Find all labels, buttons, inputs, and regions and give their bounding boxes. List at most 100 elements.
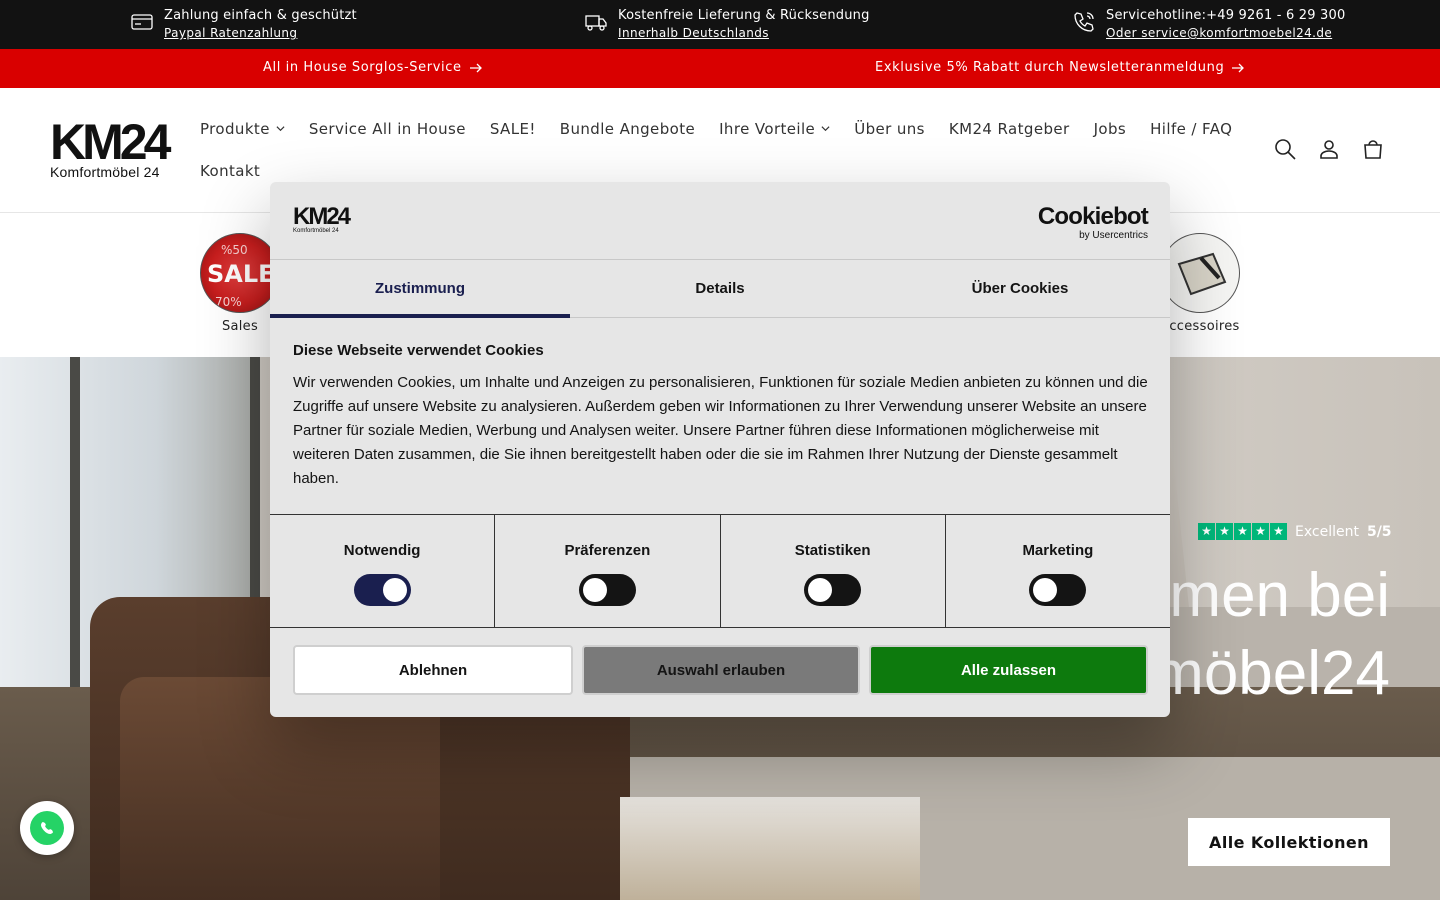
cookie-buttons: Ablehnen Auswahl erlauben Alle zulassen	[293, 645, 1148, 695]
info-title: Zahlung einfach & geschützt	[164, 8, 357, 23]
nav-item-label: Service All in House	[308, 119, 466, 138]
hero-table	[620, 797, 920, 900]
info-bar: Zahlung einfach & geschützt Paypal Raten…	[0, 0, 1440, 49]
nav-item-label: SALE!	[489, 119, 536, 138]
cookie-dialog: KM24 Komfortmöbel 24 Cookiebot by Userce…	[270, 182, 1170, 717]
nav-item-ihre-vorteile[interactable]: Ihre Vorteile	[719, 118, 830, 139]
trustpilot-stars: ★ ★ ★ ★ ★	[1198, 523, 1287, 540]
cookiebot-sub: by Usercentrics	[1079, 230, 1148, 241]
star-icon: ★	[1234, 523, 1251, 540]
info-title: Servicehotline:+49 9261 - 6 29 300	[1106, 8, 1346, 23]
cookie-heading: Diese Webseite verwendet Cookies	[293, 342, 544, 359]
category-label: Sales	[221, 319, 259, 334]
nav-item-label: Bundle Angebote	[559, 119, 696, 138]
cookie-category-name: Statistiken	[794, 542, 871, 559]
nav-item-label: Jobs	[1093, 119, 1127, 138]
announcement-link[interactable]: Exklusive 5% Rabatt durch Newsletteranme…	[875, 60, 1245, 75]
cookie-text: Wir verwenden Cookies, um Inhalte und An…	[293, 374, 1148, 487]
nav-item-label: Hilfe / FAQ	[1150, 119, 1233, 138]
toggle-statistiken[interactable]	[804, 574, 862, 606]
chevron-down-icon	[821, 126, 830, 132]
toggle-knob	[382, 578, 407, 602]
accessory-graphic	[1177, 252, 1227, 296]
nav-item-label: KM24 Ratgeber	[948, 119, 1070, 138]
toggle-knob	[582, 578, 607, 602]
info-title: Kostenfreie Lieferung & Rücksendung	[618, 8, 870, 23]
hero-title-line: möbel24	[1152, 639, 1390, 708]
nav-item-kontakt[interactable]: Kontakt	[200, 160, 260, 181]
cookie-category-marketing: Marketing	[946, 515, 1170, 627]
star-icon: ★	[1270, 523, 1287, 540]
star-icon: ★	[1216, 523, 1233, 540]
cookie-category-statistiken: Statistiken	[721, 515, 946, 627]
cookie-logo-mark: KM24	[293, 203, 351, 230]
nav-item-bundle-angebote[interactable]: Bundle Angebote	[560, 118, 695, 139]
star-icon: ★	[1198, 523, 1215, 540]
toggle-praeferenzen[interactable]	[578, 574, 636, 606]
nav-item-produkte[interactable]: Produkte	[200, 118, 285, 139]
tab-zustimmung[interactable]: Zustimmung	[270, 260, 570, 318]
toggle-notwendig[interactable]	[353, 574, 411, 606]
nav-item-km24-ratgeber[interactable]: KM24 Ratgeber	[949, 118, 1070, 139]
info-link[interactable]: Paypal Ratenzahlung	[164, 24, 357, 42]
nav-item-label: Kontakt	[200, 161, 261, 180]
delivery-truck-icon	[585, 15, 607, 31]
cookie-body: Diese Webseite verwendet Cookies Wir ver…	[293, 342, 1153, 491]
nav-item-sale[interactable]: SALE!	[490, 118, 536, 139]
arrow-right-icon	[1232, 63, 1245, 72]
nav-item-label: Über uns	[854, 119, 925, 138]
star-icon: ★	[1252, 523, 1269, 540]
logo-mark: KM24	[50, 114, 171, 170]
info-item-delivery: Kostenfreie Lieferung & Rücksendung Inne…	[584, 7, 870, 42]
announcement-text: All in House Sorglos-Service	[263, 60, 462, 75]
allow-all-button[interactable]: Alle zulassen	[869, 645, 1148, 695]
category-image	[1160, 233, 1240, 313]
nav-item-hilfe-faq[interactable]: Hilfe / FAQ	[1150, 118, 1232, 139]
hero-title-line: men bei	[1169, 561, 1390, 630]
header-icons	[1274, 138, 1384, 160]
nav-item-über-uns[interactable]: Über uns	[854, 118, 925, 139]
allow-selection-button[interactable]: Auswahl erlauben	[582, 645, 860, 695]
site-logo[interactable]: KM24 Komfortmöbel 24	[50, 114, 171, 180]
nav-item-service-all-in-house[interactable]: Service All in House	[309, 118, 466, 139]
category-sales[interactable]: SALE %50 70% Sales	[200, 233, 280, 334]
whatsapp-button[interactable]	[20, 801, 74, 855]
cookiebot-logo[interactable]: Cookiebot by Usercentrics	[1037, 203, 1149, 242]
trustpilot-widget[interactable]: ★ ★ ★ ★ ★ Excellent 5/5	[1198, 523, 1392, 540]
arrow-right-icon	[469, 63, 482, 72]
info-item-payment: Zahlung einfach & geschützt Paypal Raten…	[130, 7, 357, 42]
all-collections-button[interactable]: Alle Kollektionen	[1188, 818, 1390, 866]
decline-button[interactable]: Ablehnen	[293, 645, 573, 695]
cart-icon[interactable]	[1362, 138, 1384, 160]
cookie-category-name: Notwendig	[343, 542, 421, 559]
cookie-category-praeferenzen: Präferenzen	[495, 515, 721, 627]
info-link[interactable]: Innerhalb Deutschlands	[618, 24, 870, 42]
category-image: SALE %50 70%	[200, 233, 280, 313]
whatsapp-icon	[30, 811, 64, 845]
announcement-link[interactable]: All in House Sorglos-Service	[263, 60, 482, 75]
search-icon[interactable]	[1274, 138, 1296, 160]
svg-text:70%: 70%	[215, 295, 242, 309]
toggle-marketing[interactable]	[1029, 574, 1087, 606]
account-icon[interactable]	[1318, 138, 1340, 160]
tab-details[interactable]: Details	[570, 260, 870, 317]
payment-card-icon	[131, 14, 153, 30]
phone-icon	[1074, 12, 1094, 32]
cookie-header: KM24 Komfortmöbel 24 Cookiebot by Userce…	[270, 182, 1170, 260]
tab-ueber-cookies[interactable]: Über Cookies	[870, 260, 1170, 317]
info-item-hotline: Servicehotline:+49 9261 - 6 29 300 Oder …	[1072, 7, 1345, 42]
category-label: Accessoires	[1160, 319, 1240, 334]
sale-graphic: SALE %50 70%	[207, 243, 275, 309]
nav-item-jobs[interactable]: Jobs	[1094, 118, 1127, 139]
info-link[interactable]: Oder service@komfortmoebel24.de	[1106, 24, 1345, 42]
nav-item-label: Produkte	[200, 119, 270, 138]
toggle-knob	[808, 578, 833, 602]
nav-item-label: Ihre Vorteile	[719, 119, 816, 138]
logo-subtitle: Komfortmöbel 24	[50, 164, 160, 180]
trust-score: 5/5	[1366, 523, 1392, 540]
cookie-site-logo: KM24 Komfortmöbel 24	[293, 203, 351, 235]
cookiebot-name: Cookiebot	[1037, 203, 1149, 230]
category-accessoires[interactable]: Accessoires	[1160, 233, 1240, 334]
svg-text:%50: %50	[221, 243, 248, 257]
hero-title: men bei möbel24	[1152, 557, 1390, 713]
